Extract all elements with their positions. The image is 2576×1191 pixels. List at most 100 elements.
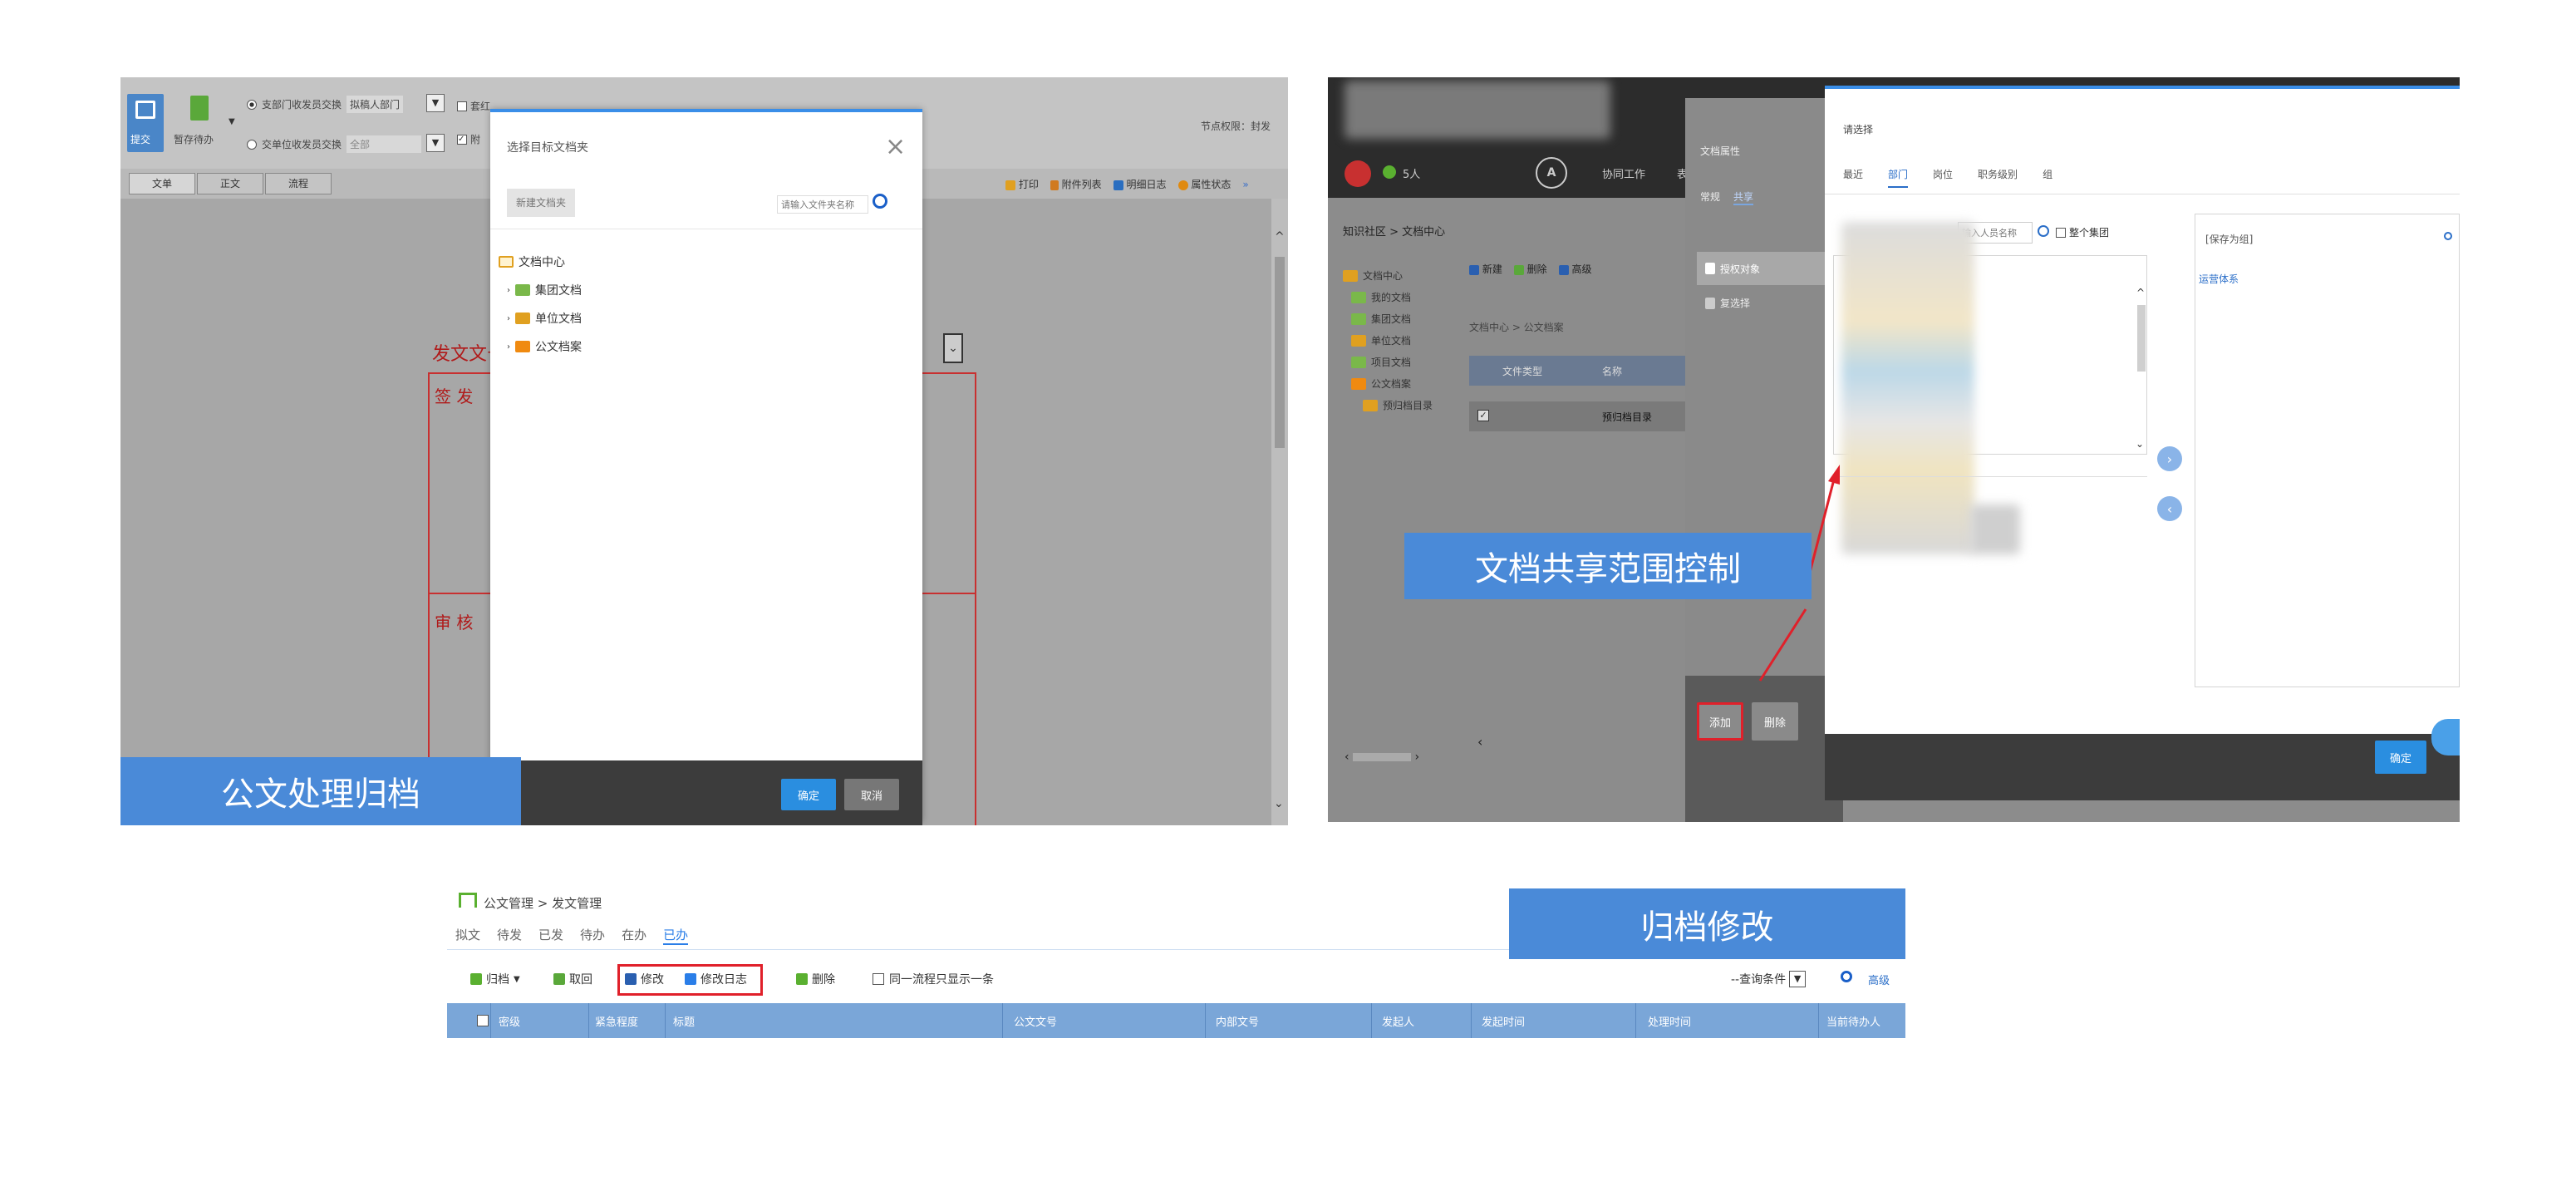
search-icon[interactable] — [1841, 971, 1852, 982]
folder-icon — [499, 256, 514, 268]
column-separator — [1635, 1003, 1636, 1038]
radio-unit-exchange[interactable]: 交单位收发员交换 全部 — [247, 135, 422, 153]
query-label: --查询条件 — [1731, 973, 1787, 987]
scrollbar[interactable]: ^ ⌄ — [1271, 199, 1288, 825]
column-header[interactable]: 紧急程度 — [595, 1013, 638, 1029]
column-header[interactable]: 当前待办人 — [1826, 1013, 1880, 1029]
expand-icon[interactable]: » — [1242, 179, 1248, 190]
select-folder-dialog: 选择目标文档夹 × 新建文档夹 文档中心 › 集团文档 › 单位文档 › 公文档… — [490, 109, 922, 825]
column-separator — [490, 1003, 491, 1038]
tab-draft[interactable]: 拟文 — [455, 926, 480, 945]
folder-search-input[interactable] — [777, 195, 868, 214]
column-separator — [1818, 1003, 1819, 1038]
tree-item-unit-docs[interactable]: › 单位文档 — [507, 310, 582, 327]
form-select[interactable]: ⌄ — [943, 333, 963, 363]
submit-button[interactable]: 提交 — [127, 94, 164, 152]
checkbox-attach-label: 附 — [470, 134, 481, 145]
print-action[interactable]: 打印 — [1005, 177, 1039, 191]
tree-label: 单位文档 — [535, 313, 582, 326]
cancel-archive-button[interactable]: 取回 — [553, 971, 592, 987]
dept-select-arrow[interactable]: ▼ — [426, 94, 445, 112]
column-header[interactable]: 标题 — [673, 1013, 695, 1029]
folder-icon — [515, 313, 530, 324]
tab-sent[interactable]: 已发 — [538, 926, 563, 945]
edit-icon — [625, 973, 637, 985]
radio-empty-icon — [247, 139, 257, 150]
unit-select-arrow[interactable]: ▼ — [426, 134, 445, 152]
home-icon[interactable] — [459, 893, 477, 908]
column-header[interactable]: 公文文号 — [1014, 1013, 1057, 1029]
query-select[interactable]: --查询条件 ▼ — [1731, 971, 1807, 987]
attachment-action[interactable]: 附件列表 — [1050, 177, 1102, 191]
column-separator — [1205, 1003, 1206, 1038]
attr-action[interactable]: 属性状态 — [1177, 177, 1231, 191]
paperclip-icon — [1050, 180, 1059, 190]
archive-icon — [470, 973, 482, 985]
modify-button[interactable]: 修改 — [625, 971, 664, 987]
select-all-checkbox[interactable] — [477, 1015, 489, 1026]
panel-doc-sharing: 5人 A 协同工作 表 知识社区 > 文档中心 文档中心 我的文档 集团文档 单… — [1328, 77, 2460, 822]
red-arrows — [1758, 465, 1840, 682]
column-separator — [1471, 1003, 1472, 1038]
tree-item-official-archive[interactable]: › 公文档案 — [507, 338, 582, 355]
column-separator — [588, 1003, 589, 1038]
log-icon — [1113, 180, 1123, 190]
tab-to-send[interactable]: 待发 — [497, 926, 522, 945]
save-icon — [190, 96, 209, 121]
search-icon[interactable] — [873, 194, 887, 209]
tree-label: 文档中心 — [519, 256, 565, 269]
dialog-title: 选择目标文档夹 — [507, 141, 588, 155]
status-tabs: 拟文 待发 已发 待办 在办 已办 — [455, 926, 689, 945]
delete-button[interactable]: 删除 — [796, 971, 835, 987]
banner-document-archive: 公文处理归档 — [120, 757, 521, 825]
checkbox-redhead-label: 套红 — [470, 101, 491, 112]
column-header[interactable]: 内部文号 — [1216, 1013, 1259, 1029]
archive-button[interactable]: 归档 ▼ — [470, 971, 520, 987]
tree-item-group-docs[interactable]: › 集团文档 — [507, 282, 582, 298]
tab-form[interactable]: 文单 — [129, 173, 195, 194]
tree-item-doc-center[interactable]: 文档中心 — [499, 253, 565, 270]
radio-dept-exchange[interactable]: 支部门收发员交换 拟稿人部门 — [247, 96, 404, 113]
banner-doc-sharing: 文档共享范围控制 — [1404, 533, 1812, 599]
radio-dept-value: 拟稿人部门 — [347, 96, 404, 113]
dialog-footer: 确定 取消 — [490, 760, 922, 825]
scroll-down-icon[interactable]: ⌄ — [1274, 797, 1284, 810]
new-folder-button[interactable]: 新建文档夹 — [507, 189, 575, 217]
tab-done[interactable]: 已办 — [663, 926, 689, 945]
radio-unit-value: 全部 — [347, 135, 422, 153]
scroll-up-icon[interactable]: ^ — [1275, 230, 1285, 244]
retrieve-icon — [553, 973, 565, 985]
column-header[interactable]: 发起人 — [1382, 1013, 1414, 1029]
column-header[interactable]: 发起时间 — [1482, 1013, 1525, 1029]
submit-label: 提交 — [130, 134, 151, 145]
print-icon — [1005, 180, 1015, 190]
breadcrumb: 公文管理 > 发文管理 — [484, 896, 602, 911]
panel-document-archive: 提交 暂存待办 ▼ 支部门收发员交换 拟稿人部门 ▼ 交单位收发员交换 全部 ▼… — [120, 77, 1288, 825]
tab-todo[interactable]: 待办 — [580, 926, 605, 945]
radio-unit-label: 交单位收发员交换 — [262, 139, 342, 150]
tree-label: 集团文档 — [535, 284, 582, 298]
log-icon — [685, 973, 696, 985]
right-actions: 打印 附件列表 明细日志 属性状态 » — [1005, 177, 1249, 191]
modify-log-button[interactable]: 修改日志 — [685, 971, 747, 987]
tree-label: 公文档案 — [535, 341, 582, 354]
log-action[interactable]: 明细日志 — [1113, 177, 1167, 191]
ok-button[interactable]: 确定 — [781, 779, 836, 810]
checkbox-redhead[interactable]: 套红 — [457, 99, 490, 113]
column-header[interactable]: 处理时间 — [1648, 1013, 1691, 1029]
close-icon[interactable]: × — [885, 132, 906, 161]
advanced-link[interactable]: 高级 — [1868, 972, 1890, 987]
column-separator — [665, 1003, 666, 1038]
column-separator — [1371, 1003, 1372, 1038]
tab-flow[interactable]: 流程 — [265, 173, 332, 194]
scroll-thumb[interactable] — [1275, 257, 1285, 448]
tab-body[interactable]: 正文 — [197, 173, 263, 194]
column-header[interactable]: 密级 — [499, 1013, 520, 1029]
tab-in-progress[interactable]: 在办 — [622, 926, 646, 945]
one-per-flow-checkbox[interactable]: 同一流程只显示一条 — [873, 971, 994, 987]
chevron-down-icon[interactable]: ▼ — [229, 117, 235, 126]
cancel-button[interactable]: 取消 — [844, 779, 899, 810]
save-wait-button[interactable]: 暂存待办 — [174, 92, 229, 154]
checkbox-attach[interactable]: ✓ 附 — [457, 132, 480, 146]
folder-icon — [515, 341, 530, 352]
